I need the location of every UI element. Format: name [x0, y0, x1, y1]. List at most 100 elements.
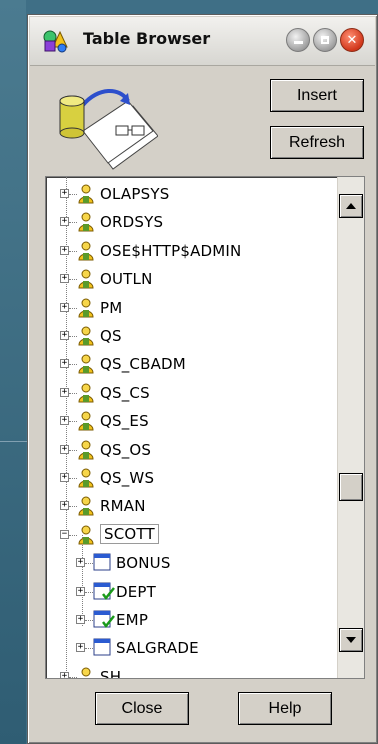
tree-item-user[interactable]: + OSE$HTTP$ADMIN	[46, 238, 336, 264]
user-icon	[77, 354, 95, 374]
tree-connector	[85, 591, 93, 593]
minimize-icon	[287, 29, 309, 51]
user-icon	[77, 383, 95, 403]
user-icon	[77, 241, 95, 261]
user-icon	[77, 269, 95, 289]
expand-icon[interactable]: +	[60, 473, 69, 482]
expand-icon[interactable]: +	[60, 189, 69, 198]
maximize-icon	[314, 29, 336, 51]
scroll-thumb[interactable]	[339, 473, 363, 501]
tree-item-label: PM	[100, 298, 123, 317]
tree-connector	[69, 364, 77, 366]
table-icon	[93, 553, 111, 573]
tree-item-label: ORDSYS	[100, 213, 164, 232]
expand-icon[interactable]: +	[60, 416, 69, 426]
tree-item-label: OSE$HTTP$ADMIN	[100, 241, 242, 260]
expand-icon[interactable]: +	[60, 359, 69, 369]
scroll-up-button[interactable]	[339, 194, 363, 218]
expand-icon[interactable]: +	[60, 217, 69, 227]
tree-item-label: SALGRADE	[116, 639, 199, 658]
desktop-background	[0, 0, 26, 744]
expand-icon[interactable]: +	[60, 671, 69, 678]
database-diagram-icon	[58, 81, 159, 171]
tree-item-user[interactable]: + QS	[46, 323, 336, 349]
expand-icon[interactable]: +	[60, 274, 69, 284]
tree-item-label: QS_OS	[100, 440, 152, 459]
close-button[interactable]: Close	[95, 692, 189, 725]
tree-item-label: BONUS	[116, 554, 171, 573]
tree-item-label: RMAN	[100, 497, 146, 516]
scroll-down-button[interactable]	[339, 628, 363, 652]
tree-connector	[69, 449, 77, 451]
tree-item-user[interactable]: + QS_ES	[46, 408, 336, 434]
user-icon	[77, 496, 95, 516]
tree-item-label: DEPT	[116, 582, 157, 601]
expand-icon[interactable]: +	[76, 615, 85, 624]
tree-item-user[interactable]: + ORDSYS	[46, 209, 336, 235]
vertical-scrollbar[interactable]	[337, 177, 364, 678]
expand-icon[interactable]: +	[60, 245, 69, 255]
expand-icon[interactable]: +	[60, 387, 69, 397]
arrow-up-icon	[346, 203, 356, 209]
tree-item-label: QS	[100, 327, 122, 345]
table-icon	[93, 638, 111, 658]
tree-connector	[69, 279, 77, 281]
expand-icon[interactable]: +	[60, 501, 69, 511]
tree-item-label: EMP	[116, 611, 149, 629]
user-icon	[77, 525, 95, 545]
tree-item-user[interactable]: + RMAN	[46, 493, 336, 519]
arrow-down-icon	[346, 637, 356, 643]
expand-icon[interactable]: +	[60, 331, 69, 340]
expand-icon[interactable]: +	[76, 586, 85, 596]
tree-item-user[interactable]: + QS_WS	[46, 465, 336, 491]
maximize-button[interactable]	[313, 28, 337, 52]
tree-item-label: QS_CS	[100, 383, 150, 402]
expand-icon[interactable]: +	[76, 643, 85, 653]
user-icon	[77, 298, 95, 318]
tree-connector	[69, 194, 77, 195]
user-icon	[77, 468, 95, 488]
tree-connector	[69, 222, 77, 224]
tree-connector	[69, 250, 77, 252]
user-icon	[77, 212, 95, 232]
refresh-button[interactable]: Refresh	[270, 126, 364, 159]
tree-connector	[69, 307, 77, 309]
checked-table-icon	[93, 582, 115, 602]
tree-item-user[interactable]: + OLAPSYS	[46, 181, 336, 207]
table-browser-window: Table Browser ✕ Insert Refresh + OLAPSYS +…	[27, 14, 378, 744]
tree-connector	[69, 506, 77, 508]
user-icon	[77, 326, 95, 346]
checked-table-icon	[93, 610, 115, 630]
tree-item-user[interactable]: + SH	[46, 664, 336, 679]
close-window-button[interactable]: ✕	[340, 28, 364, 52]
tree-item-label: QS_ES	[100, 412, 149, 431]
schema-tree[interactable]: + OLAPSYS + ORDSYS + OSE$HTTP$ADMIN + OUTLN + PM +…	[45, 176, 365, 679]
tree-item-user[interactable]: + QS_OS	[46, 437, 336, 463]
tree-connector	[69, 336, 77, 337]
title-bar[interactable]: Table Browser ✕	[30, 17, 375, 66]
tree-item-user[interactable]: + OUTLN	[46, 266, 336, 292]
user-icon	[77, 440, 95, 460]
collapse-icon[interactable]: −	[60, 529, 69, 539]
tree-connector	[85, 563, 93, 565]
tree-connector	[69, 534, 77, 536]
tree-item-label: OLAPSYS	[100, 185, 170, 203]
insert-button[interactable]: Insert	[270, 79, 364, 112]
tree-item-label: QS_WS	[100, 469, 155, 487]
expand-icon[interactable]: +	[60, 444, 69, 454]
expand-icon[interactable]: +	[76, 558, 85, 568]
tree-item-user[interactable]: + QS_CS	[46, 380, 336, 406]
tree-item-label: SH	[100, 667, 122, 679]
tree-item-user[interactable]: − SCOTT	[46, 522, 336, 548]
tree-item-user[interactable]: + PM	[46, 295, 336, 321]
tree-item-table[interactable]: + DEPT	[46, 579, 336, 605]
tree-item-table[interactable]: + BONUS	[46, 550, 336, 576]
tree-item-table[interactable]: + EMP	[46, 607, 336, 633]
window-title: Table Browser	[83, 29, 211, 48]
minimize-button[interactable]	[286, 28, 310, 52]
user-icon	[77, 411, 95, 431]
tree-item-user[interactable]: + QS_CBADM	[46, 351, 336, 377]
expand-icon[interactable]: +	[60, 302, 69, 312]
help-button[interactable]: Help	[238, 692, 332, 725]
tree-item-table[interactable]: + SALGRADE	[46, 635, 336, 661]
